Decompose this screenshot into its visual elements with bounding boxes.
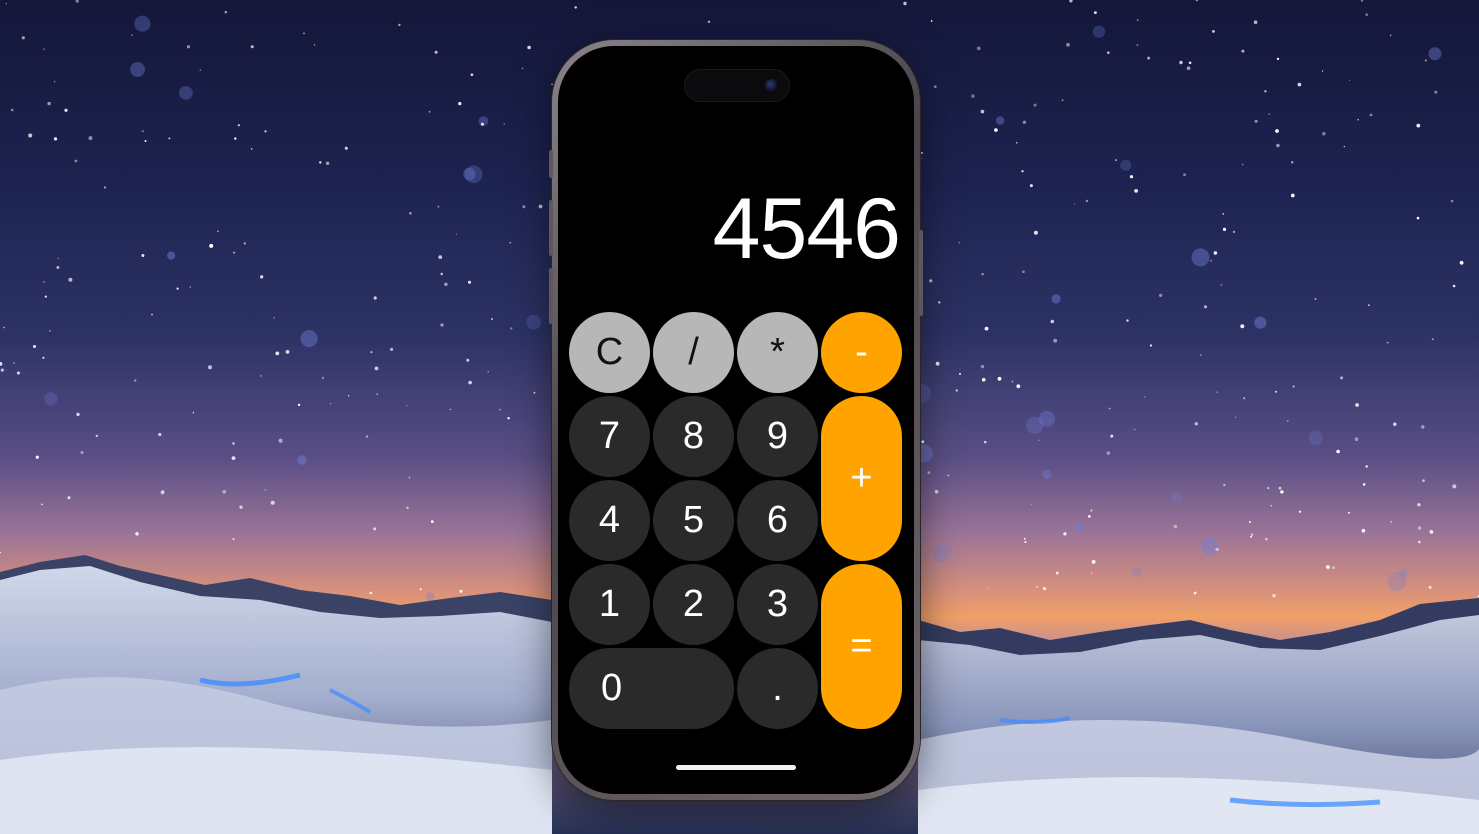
decimal-button[interactable]: .: [737, 648, 818, 729]
multiply-button[interactable]: *: [737, 312, 818, 393]
digit-2-button[interactable]: 2: [653, 564, 734, 645]
phone-frame: 4546 C / * - 7 8 9 + 4 5 6 1 2 3 = 0 .: [549, 40, 923, 800]
wallpaper-background: 4546 C / * - 7 8 9 + 4 5 6 1 2 3 = 0 .: [0, 0, 1479, 834]
digit-7-button[interactable]: 7: [569, 396, 650, 477]
calculator-keypad: C / * - 7 8 9 + 4 5 6 1 2 3 = 0 .: [569, 312, 905, 732]
side-button-volume-up: [549, 200, 553, 256]
side-button-power: [919, 230, 923, 316]
clear-button[interactable]: C: [569, 312, 650, 393]
digit-4-button[interactable]: 4: [569, 480, 650, 561]
add-button[interactable]: +: [821, 396, 902, 561]
digit-9-button[interactable]: 9: [737, 396, 818, 477]
digit-5-button[interactable]: 5: [653, 480, 734, 561]
home-indicator[interactable]: [676, 765, 796, 770]
dynamic-island: [684, 69, 790, 102]
camera-icon: [765, 79, 778, 92]
digit-0-button[interactable]: 0: [569, 648, 734, 729]
divide-button[interactable]: /: [653, 312, 734, 393]
subtract-button[interactable]: -: [821, 312, 902, 393]
digit-1-button[interactable]: 1: [569, 564, 650, 645]
equals-button[interactable]: =: [821, 564, 902, 729]
phone-screen: 4546 C / * - 7 8 9 + 4 5 6 1 2 3 = 0 .: [558, 46, 914, 794]
digit-8-button[interactable]: 8: [653, 396, 734, 477]
side-button-action: [549, 150, 553, 178]
calculator-display: 4546: [712, 181, 901, 277]
digit-3-button[interactable]: 3: [737, 564, 818, 645]
digit-6-button[interactable]: 6: [737, 480, 818, 561]
side-button-volume-down: [549, 268, 553, 324]
